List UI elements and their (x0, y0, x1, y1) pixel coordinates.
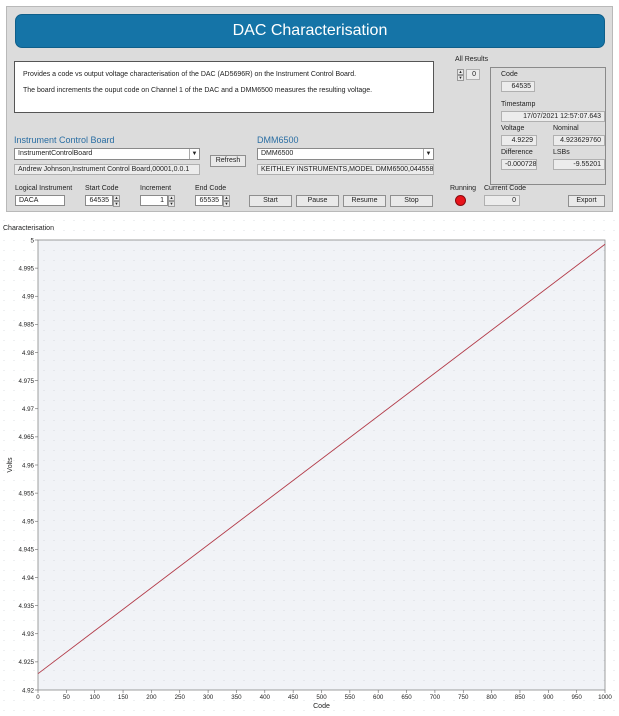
y-tick-label: 4.93 (22, 631, 35, 638)
timestamp-label: Timestamp (501, 101, 536, 108)
x-tick-label: 800 (486, 694, 497, 701)
increment-stepper[interactable]: ▲ ▼ (168, 195, 175, 207)
voltage-value: 4.9229 (501, 135, 537, 146)
stop-button[interactable]: Stop (390, 195, 433, 207)
x-tick-label: 50 (63, 694, 70, 701)
voltage-label: Voltage (501, 125, 525, 132)
y-tick-label: 4.975 (19, 378, 35, 385)
nominal-value: 4.923629760 (553, 135, 605, 146)
x-tick-label: 750 (458, 694, 469, 701)
results-index-stepper[interactable]: ▲ ▼ (457, 69, 464, 81)
x-tick-label: 550 (345, 694, 356, 701)
description-line-1: Provides a code vs output voltage charac… (23, 71, 357, 78)
x-tick-label: 0 (36, 694, 40, 701)
dmm-select[interactable]: DMM6500 ▼ (257, 148, 434, 160)
chart-svg: Characterisation 4.92 4.925 4.93 4.935 4.94 4… (0, 220, 619, 716)
y-tick-label: 4.95 (22, 519, 35, 526)
description-box: Provides a code vs output voltage charac… (14, 61, 434, 113)
current-code-field: 0 (484, 195, 520, 206)
x-tick-label: 300 (203, 694, 214, 701)
x-tick-label: 400 (260, 694, 271, 701)
difference-label: Difference (501, 149, 533, 156)
y-axis-label: Volts (7, 457, 14, 473)
x-tick-label: 350 (231, 694, 242, 701)
x-tick-label: 850 (515, 694, 526, 701)
refresh-button[interactable]: Refresh (210, 155, 246, 167)
x-tick-label: 500 (316, 694, 327, 701)
code-value: 64535 (501, 81, 535, 92)
plot-area (37, 239, 606, 691)
x-tick-label: 250 (175, 694, 186, 701)
chevron-down-icon[interactable]: ▼ (189, 149, 199, 159)
increment-field[interactable]: 1 (140, 195, 168, 206)
end-code-stepper[interactable]: ▲ ▼ (223, 195, 230, 207)
dmm-selected: DMM6500 (261, 150, 294, 157)
y-tick-label: 5 (31, 237, 35, 244)
dmm-id-field: KEITHLEY INSTRUMENTS,MODEL DMM6500,04455… (257, 164, 434, 175)
x-tick-label: 950 (571, 694, 582, 701)
start-button[interactable]: Start (249, 195, 292, 207)
y-tick-label: 4.92 (22, 687, 35, 694)
chevron-down-icon[interactable]: ▼ (423, 149, 433, 159)
x-axis-label: Code (313, 703, 330, 710)
start-code-field[interactable]: 64535 (85, 195, 113, 206)
difference-value: -0.00072876 (501, 159, 537, 170)
dmm-title: DMM6500 (257, 135, 299, 145)
instrument-board-select[interactable]: InstrumentControlBoard ▼ (14, 148, 200, 160)
all-results-label: All Results (455, 56, 489, 63)
app-title-banner: DAC Characterisation (15, 14, 605, 48)
current-code-label: Current Code (484, 185, 527, 192)
x-tick-label: 650 (401, 694, 412, 701)
increment-label: Increment (140, 185, 172, 192)
x-tick-label: 100 (90, 694, 101, 701)
resume-button[interactable]: Resume (343, 195, 386, 207)
timestamp-value: 17/07/2021 12:57:07.643 (501, 111, 605, 122)
chart-title: Characterisation (3, 225, 54, 232)
x-tick-label: 150 (118, 694, 129, 701)
results-index-field: 0 (466, 69, 480, 80)
y-tick-label: 4.97 (22, 406, 35, 413)
export-button[interactable]: Export (568, 195, 605, 207)
instrument-board-title: Instrument Control Board (14, 135, 115, 145)
instrument-board-selected: InstrumentControlBoard (18, 150, 93, 157)
instrument-board-id-field: Andrew Johnson,Instrument Control Board,… (14, 164, 200, 175)
running-indicator-icon (455, 195, 466, 206)
lsbs-label: LSBs (553, 149, 570, 156)
results-box: Code 64535 Timestamp 17/07/2021 12:57:07… (490, 67, 606, 185)
code-label: Code (501, 71, 518, 78)
y-tick-label: 4.985 (19, 322, 35, 329)
start-code-stepper[interactable]: ▲ ▼ (113, 195, 120, 207)
y-tick-label: 4.995 (19, 265, 35, 272)
x-tick-label: 700 (430, 694, 441, 701)
nominal-label: Nominal (553, 125, 579, 132)
control-panel: DAC Characterisation Provides a code vs … (6, 6, 613, 212)
y-tick-label: 4.925 (19, 659, 35, 666)
y-tick-label: 4.935 (19, 603, 35, 610)
characterisation-chart: Characterisation 4.92 4.925 4.93 4.935 4.94 4… (0, 220, 619, 716)
y-tick-label: 4.94 (22, 575, 35, 582)
x-tick-label: 900 (543, 694, 554, 701)
end-code-field[interactable]: 65535 (195, 195, 223, 206)
y-tick-label: 4.96 (22, 462, 35, 469)
y-tick-label: 4.99 (22, 294, 35, 301)
start-code-label: Start Code (85, 185, 119, 192)
app-title: DAC Characterisation (232, 22, 388, 39)
x-tick-label: 200 (146, 694, 157, 701)
x-tick-label: 1000 (598, 694, 612, 701)
lsbs-value: -9.55201 (553, 159, 605, 170)
x-tick-label: 450 (288, 694, 299, 701)
description-line-2: The board increments the ouput code on C… (23, 87, 373, 94)
end-code-label: End Code (195, 185, 227, 192)
x-tick-label: 600 (373, 694, 384, 701)
y-tick-label: 4.945 (19, 547, 35, 554)
y-tick-label: 4.955 (19, 490, 35, 497)
y-tick-label: 4.965 (19, 434, 35, 441)
logical-instrument-field[interactable]: DACA (15, 195, 65, 206)
y-tick-label: 4.98 (22, 350, 35, 357)
logical-instrument-label: Logical Instrument (15, 185, 73, 192)
pause-button[interactable]: Pause (296, 195, 339, 207)
running-label: Running (450, 185, 477, 192)
